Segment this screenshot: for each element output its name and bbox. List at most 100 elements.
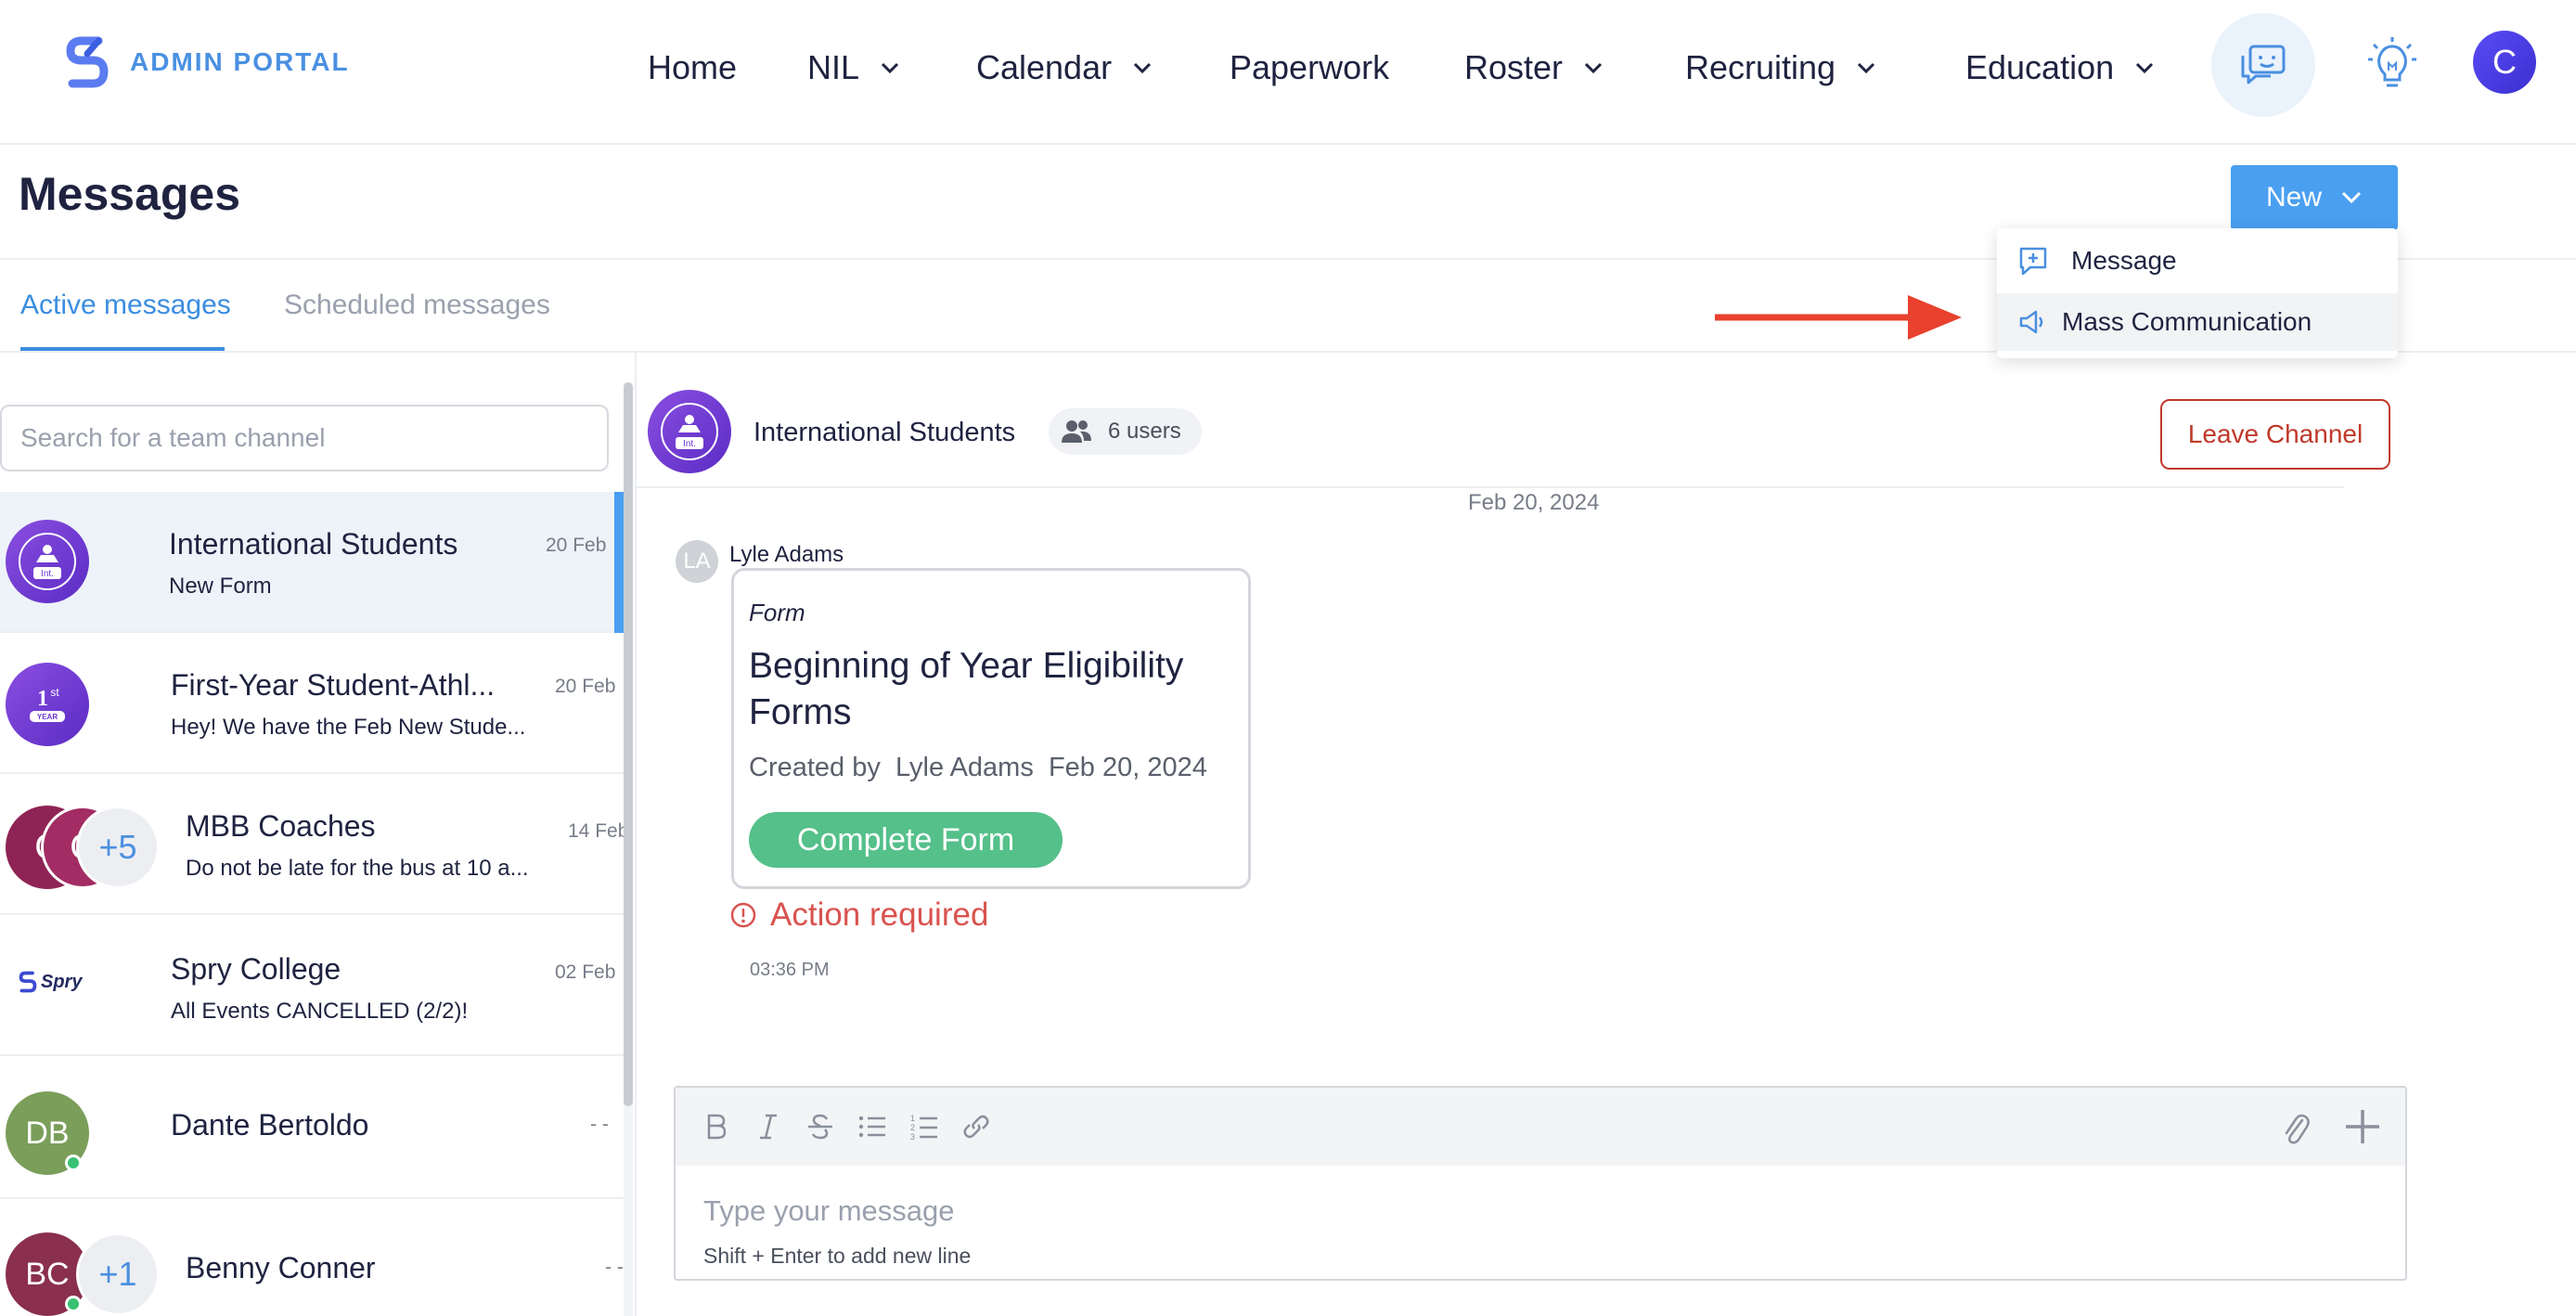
bold-icon — [707, 1114, 727, 1140]
messages-nav-button[interactable] — [2211, 13, 2315, 117]
link-button[interactable] — [958, 1108, 995, 1145]
bold-button[interactable] — [698, 1108, 735, 1145]
channel-preview: Hey! We have the Feb New Stude... — [171, 715, 526, 740]
attachment-button[interactable] — [2277, 1108, 2314, 1145]
channel-item-benny-conner[interactable]: BC +1 Benny Conner - - — [0, 1199, 624, 1316]
chat-icon — [2241, 45, 2286, 84]
channel-item-spry-college[interactable]: Spry Spry College All Events CANCELLED (… — [0, 915, 624, 1056]
active-channel-indicator — [614, 492, 624, 633]
annotation-arrow-icon — [1715, 295, 1962, 340]
channel-avatar: 1 st YEAR — [6, 663, 89, 746]
chevron-down-icon — [1134, 62, 1152, 74]
channel-item-dante-bertoldo[interactable]: DB Dante Bertoldo - - — [0, 1058, 624, 1199]
channel-date: - - — [590, 1114, 609, 1135]
italic-button[interactable] — [750, 1108, 787, 1145]
spry-logo-icon — [19, 971, 37, 993]
tab-scheduled-messages[interactable]: Scheduled messages — [284, 290, 550, 321]
online-status-indicator — [65, 1296, 82, 1312]
channel-name: Spry College — [171, 952, 341, 986]
chat-channel-avatar-text: Int. — [683, 439, 696, 449]
attachment-icon — [2285, 1114, 2310, 1144]
nav-roster-label: Roster — [1464, 48, 1564, 86]
channel-preview: All Events CANCELLED (2/2)! — [171, 999, 469, 1024]
chat-channel-name: International Students — [753, 418, 1016, 447]
svg-text:YEAR: YEAR — [37, 713, 58, 721]
leave-channel-button[interactable]: Leave Channel — [2160, 399, 2390, 470]
nav-education-label: Education — [1965, 48, 2115, 86]
complete-form-button[interactable]: Complete Form — [749, 812, 1063, 868]
bullet-list-icon — [858, 1116, 885, 1138]
message-author-name: Lyle Adams — [729, 542, 844, 567]
new-dropdown-menu: Message Mass Communication — [1997, 228, 2398, 358]
channel-name: First-Year Student-Athl... — [171, 668, 496, 702]
channel-name: International Students — [169, 527, 458, 561]
message-timestamp: 03:36 PM — [750, 960, 830, 980]
channel-list-scrollbar-thumb[interactable] — [624, 382, 633, 1106]
nav-recruiting[interactable]: Recruiting — [1685, 48, 1876, 87]
italic-icon — [760, 1114, 777, 1140]
numbered-list-button[interactable]: 123 — [906, 1108, 943, 1145]
add-button[interactable] — [2344, 1108, 2381, 1145]
users-count: 6 users — [1108, 419, 1181, 444]
bullet-list-button[interactable] — [854, 1108, 891, 1145]
channel-item-first-year[interactable]: 1 st YEAR First-Year Student-Athl... Hey… — [0, 633, 624, 774]
nav-paperwork-label: Paperwork — [1230, 48, 1390, 86]
user-avatar[interactable]: C — [2473, 31, 2536, 94]
channel-preview: Do not be late for the bus at 10 a... — [186, 856, 529, 881]
channel-item-international-students[interactable]: Int. International Students New Form 20 … — [0, 492, 624, 633]
brand[interactable]: ADMIN PORTAL — [65, 35, 350, 89]
megaphone-icon — [2019, 310, 2043, 334]
action-required-text: Action required — [770, 897, 989, 933]
svg-text:1: 1 — [910, 1114, 915, 1123]
svg-text:3: 3 — [910, 1132, 915, 1141]
nav-roster[interactable]: Roster — [1464, 48, 1604, 87]
online-status-indicator — [65, 1155, 82, 1171]
international-students-logo-icon: Int. — [661, 403, 718, 460]
svg-text:1: 1 — [37, 687, 48, 711]
nav-nil[interactable]: NIL — [807, 48, 900, 87]
channel-date: 02 Feb — [555, 961, 616, 983]
users-icon — [1062, 420, 1091, 443]
form-created-date: Feb 20, 2024 — [1048, 753, 1207, 782]
chevron-down-icon — [1858, 62, 1875, 74]
numbered-list-icon: 123 — [910, 1114, 937, 1141]
alert-circle-icon — [730, 902, 756, 928]
spry-logo-icon — [66, 36, 109, 88]
extra-members-count: +5 — [76, 806, 160, 889]
spry-college-logo: Spry — [19, 971, 82, 993]
chat-header-divider — [637, 486, 2344, 488]
message-input[interactable] — [703, 1188, 2355, 1234]
date-separator: Feb 20, 2024 — [1468, 490, 1600, 515]
menu-item-message[interactable]: Message — [1997, 232, 2398, 290]
link-icon — [963, 1115, 989, 1139]
channel-name: Dante Bertoldo — [171, 1108, 369, 1142]
new-button[interactable]: New — [2231, 165, 2398, 230]
channel-users-button[interactable]: 6 users — [1049, 408, 1202, 455]
strikethrough-button[interactable] — [802, 1108, 839, 1145]
tab-active-messages[interactable]: Active messages — [20, 290, 231, 321]
nav-education[interactable]: Education — [1965, 48, 2155, 87]
channel-date: 20 Feb — [555, 676, 616, 697]
top-navigation-bar: ADMIN PORTAL Home NIL Calendar Paperwork… — [0, 0, 2576, 145]
international-students-logo-icon: Int. — [19, 533, 76, 590]
channel-search-input[interactable] — [0, 405, 609, 471]
chevron-down-icon — [1584, 62, 1603, 74]
form-message-card: Form Beginning of Year Eligibility Forms… — [731, 568, 1251, 889]
form-created-by: Lyle Adams — [895, 753, 1034, 782]
ideas-nav-button[interactable] — [2363, 35, 2422, 95]
nav-calendar[interactable]: Calendar — [976, 48, 1153, 87]
panel-divider — [635, 353, 637, 1316]
channel-item-mbb-coaches[interactable]: C C +5 MBB Coaches Do not be late for th… — [0, 774, 628, 915]
composer-toolbar: 123 — [676, 1088, 2405, 1166]
channel-name: MBB Coaches — [186, 809, 376, 843]
chat-channel-avatar: Int. — [648, 390, 731, 473]
action-required-status: Action required — [729, 897, 988, 934]
brand-name: ADMIN PORTAL — [130, 47, 350, 76]
channel-date: 20 Feb — [546, 535, 607, 556]
menu-item-mass-communication[interactable]: Mass Communication — [1997, 293, 2398, 351]
composer-hint: Shift + Enter to add new line — [703, 1244, 972, 1268]
nav-home[interactable]: Home — [648, 48, 737, 87]
message-plus-icon — [2019, 247, 2047, 276]
nav-recruiting-label: Recruiting — [1685, 48, 1836, 86]
nav-paperwork[interactable]: Paperwork — [1230, 48, 1389, 87]
